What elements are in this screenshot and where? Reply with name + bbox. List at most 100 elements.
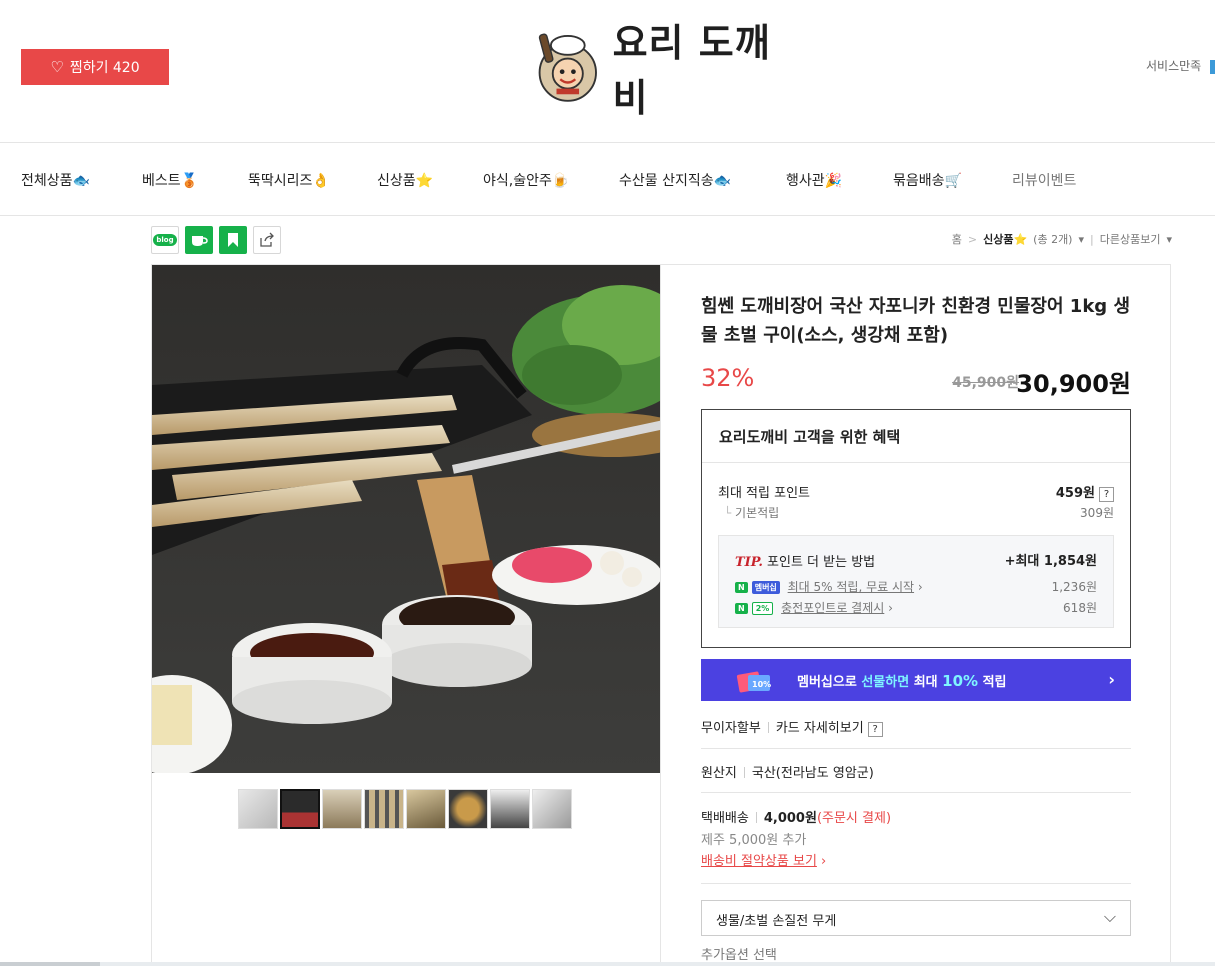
tree-branch-icon: └ xyxy=(724,506,736,520)
wishlist-label: 찜하기 420 xyxy=(69,60,140,76)
add-option-label: 추가옵션 선택 xyxy=(701,948,777,963)
thumbnail-4[interactable] xyxy=(364,789,404,829)
membership-banner[interactable]: 10% 멤버십으로 선물하면 최대 10% 적립 › xyxy=(701,659,1131,701)
help-icon[interactable]: ? xyxy=(1099,487,1114,502)
max-point-value: 459원 xyxy=(1055,486,1095,501)
horizontal-scrollbar[interactable] xyxy=(0,962,1215,966)
charge-point-value: 618원 xyxy=(1063,601,1097,615)
other-products-link[interactable]: 다른상품보기 xyxy=(1100,231,1161,247)
discount-rate: 32% xyxy=(701,364,755,392)
membership-value: 1,236원 xyxy=(1051,580,1097,594)
shipping-saving-link-row[interactable]: 배송비 절약상품 보기 › xyxy=(701,850,826,869)
chevron-right-icon: › xyxy=(917,580,923,594)
chevron-right-icon: › xyxy=(816,854,827,869)
cart-icon: 🛒 xyxy=(944,173,962,189)
two-percent-badge: 2% xyxy=(751,602,774,615)
thumbnail-3[interactable] xyxy=(322,789,362,829)
card-installment-row: 무이자할부 카드 자세히보기? xyxy=(701,717,883,737)
category-nav: 전체상품🐟 베스트🥉 뚝딱시리즈👌 신상품⭐ 야식,술안주🍺 수산물 산지직송🐟… xyxy=(0,143,1215,216)
origin-label: 원산지 xyxy=(701,766,737,781)
naver-n-icon: N xyxy=(735,603,748,614)
option-select[interactable]: 생물/초벌 손질전 무게 ⌵ xyxy=(701,900,1131,936)
nav-item-bundle[interactable]: 묶음배송🛒 xyxy=(893,170,962,190)
membership-link[interactable]: 최대 5% 적립, 무료 시작 xyxy=(788,580,914,594)
shipping-saving-link[interactable]: 배송비 절약상품 보기 xyxy=(701,854,817,869)
keep-icon[interactable] xyxy=(219,226,247,254)
fish-icon: 🐟 xyxy=(713,173,732,189)
thumbnail-strip xyxy=(238,789,572,829)
benefit-heading: 요리도깨비 고객을 위한 혜택 xyxy=(702,410,1130,463)
service-satisfaction-link[interactable]: 서비스만족 xyxy=(1146,57,1201,74)
shipping-row: 택배배송 4,000원(주문시 결제) xyxy=(701,807,891,826)
membership-badge: 멤버십 xyxy=(751,581,780,594)
eel-photo xyxy=(152,265,660,773)
nav-item-all[interactable]: 전체상품🐟 xyxy=(21,170,90,190)
breadcrumb-home[interactable]: 홈 xyxy=(952,231,962,247)
nav-item-ttukttak[interactable]: 뚝딱시리즈👌 xyxy=(248,170,330,190)
tip-line-membership[interactable]: N 멤버십 최대 5% 적립, 무료 시작 › 1,236원 xyxy=(735,578,1097,595)
star-icon: ⭐ xyxy=(415,173,434,189)
medal-icon: 🥉 xyxy=(180,173,199,189)
thumbnail-5[interactable] xyxy=(406,789,446,829)
share-icon[interactable] xyxy=(253,226,281,254)
origin-row: 원산지 국산(전라남도 영암군) xyxy=(701,762,874,781)
charge-point-link[interactable]: 충전포인트로 결제시 xyxy=(781,601,884,615)
tip-label: TIP. xyxy=(735,555,763,570)
service-indicator xyxy=(1210,60,1215,74)
nav-item-best[interactable]: 베스트🥉 xyxy=(142,170,198,190)
thumbnail-6[interactable] xyxy=(448,789,488,829)
original-price: 45,900원 xyxy=(952,375,1019,391)
breadcrumb-count: (총 2개) xyxy=(1033,233,1073,246)
nav-item-new[interactable]: 신상품⭐ xyxy=(377,170,433,190)
divider xyxy=(701,883,1131,884)
svg-text:10%: 10% xyxy=(752,680,771,689)
tip-text: 포인트 더 받는 방법 xyxy=(767,555,876,570)
blog-icon[interactable]: blog xyxy=(151,226,179,254)
shipping-note: (주문시 결제) xyxy=(816,811,892,826)
cafe-icon[interactable] xyxy=(185,226,213,254)
shipping-label: 택배배송 xyxy=(701,811,749,826)
benefit-box: 요리도깨비 고객을 위한 혜택 최대 적립 포인트 459원? └ 기본적립 3… xyxy=(701,409,1131,648)
base-point-label: 기본적립 xyxy=(735,506,780,520)
nav-item-snack[interactable]: 야식,술안주🍺 xyxy=(483,170,569,190)
jeju-extra-fee: 제주 5,000원 추가 xyxy=(701,833,807,848)
share-toolbar: blog xyxy=(151,226,281,254)
chevron-right-icon: › xyxy=(888,601,893,615)
breadcrumb-divider: | xyxy=(1090,232,1094,246)
card-detail-link[interactable]: 카드 자세히보기 xyxy=(776,721,864,736)
thumbnail-2[interactable] xyxy=(280,789,320,829)
gift-card-icon: 10% xyxy=(736,671,771,693)
chevron-down-icon: ⌵ xyxy=(1103,907,1116,926)
max-point-row: 최대 적립 포인트 459원? xyxy=(718,482,1114,502)
wishlist-button[interactable]: ♡ 찜하기 420 xyxy=(21,49,169,85)
party-icon: 🎉 xyxy=(824,173,843,189)
thumbnail-1[interactable] xyxy=(238,789,278,829)
fish-icon: 🐟 xyxy=(72,173,90,189)
frame-divider xyxy=(660,265,661,966)
nav-item-event[interactable]: 행사관🎉 xyxy=(786,170,842,190)
product-main-image[interactable] xyxy=(152,265,660,773)
tip-max-value: +최대 1,854원 xyxy=(1004,554,1097,569)
tip-line-charge[interactable]: N 2% 충전포인트로 결제시 › 618원 xyxy=(735,599,1097,616)
nav-item-review-event[interactable]: 리뷰이벤트 xyxy=(1012,170,1076,190)
max-point-label: 최대 적립 포인트 xyxy=(718,486,810,501)
shipping-fee: 4,000원 xyxy=(763,811,817,826)
nav-item-seafood[interactable]: 수산물 산지직송🐟 xyxy=(619,170,731,190)
caret-down-icon[interactable]: ▾ xyxy=(1078,233,1084,246)
site-header: ♡ 찜하기 420 요리 도깨비 서비스만족 xyxy=(0,0,1215,143)
heart-plus-icon: ♡ xyxy=(50,58,64,76)
naver-n-icon: N xyxy=(735,582,748,593)
scrollbar-thumb[interactable] xyxy=(0,962,100,966)
logo-text: 요리 도깨비 xyxy=(612,21,771,120)
caret-down-small-icon: ▾ xyxy=(1166,232,1172,246)
chevron-right-icon: › xyxy=(1108,670,1115,689)
breadcrumb: 홈 > 신상품⭐ (총 2개) ▾ | 다른상품보기 ▾ xyxy=(952,231,1172,247)
product-title: 힘쎈 도깨비장어 국산 자포니카 친환경 민물장어 1kg 생물 초벌 구이(소… xyxy=(701,296,1131,346)
product-info: 힘쎈 도깨비장어 국산 자포니카 친환경 민물장어 1kg 생물 초벌 구이(소… xyxy=(701,292,1131,398)
thumbnail-7[interactable] xyxy=(490,789,530,829)
beer-icon: 🍺 xyxy=(551,173,570,189)
thumbnail-8[interactable] xyxy=(532,789,572,829)
breadcrumb-current[interactable]: 신상품⭐ xyxy=(983,231,1027,247)
store-logo[interactable]: 요리 도깨비 xyxy=(533,21,795,120)
help-icon[interactable]: ? xyxy=(867,722,883,737)
